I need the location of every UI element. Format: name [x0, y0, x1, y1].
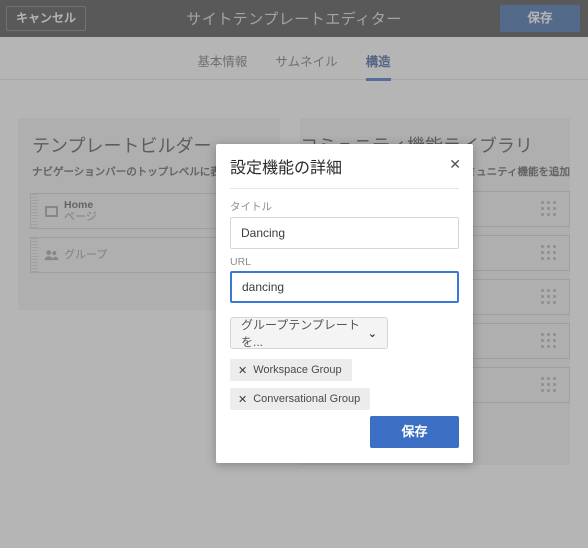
dialog-title: 設定機能の詳細 — [230, 160, 343, 177]
title-input[interactable]: Dancing — [230, 217, 459, 249]
dialog-save-button[interactable]: 保存 — [370, 416, 459, 448]
chip-label: Workspace Group — [253, 364, 342, 376]
dialog-header: 設定機能の詳細 ✕ — [216, 144, 473, 188]
close-icon[interactable]: ✕ — [238, 364, 247, 377]
title-field-label: タイトル — [230, 201, 272, 213]
dialog-footer: 保存 — [216, 401, 473, 463]
group-template-select[interactable]: グループテンプレートを... ⌄ — [230, 317, 388, 349]
url-field-label: URL — [230, 256, 252, 268]
group-template-select-value: グループテンプレートを... — [241, 318, 360, 349]
feature-details-dialog: 設定機能の詳細 ✕ タイトル Dancing URL dancing グループテ… — [216, 144, 473, 463]
chevron-down-icon: ⌄ — [367, 327, 377, 340]
url-input[interactable]: dancing — [230, 271, 459, 303]
chip-workspace-group[interactable]: ✕ Workspace Group — [230, 359, 352, 381]
dialog-body: タイトル Dancing URL dancing グループテンプレートを... … — [216, 189, 473, 417]
close-icon[interactable]: ✕ — [449, 157, 461, 171]
